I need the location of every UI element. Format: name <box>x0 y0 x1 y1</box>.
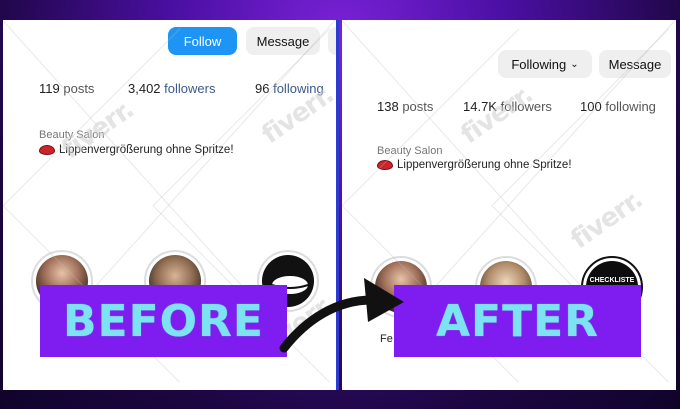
chevron-down-icon: ⌄ <box>570 58 579 70</box>
category-label: Beauty Salon <box>377 145 443 157</box>
posts-value: 138 <box>377 99 399 114</box>
followers-label: followers <box>164 81 216 96</box>
posts-count: 119 posts <box>39 81 94 96</box>
follow-button[interactable]: Follow <box>168 27 237 55</box>
posts-value: 119 <box>39 81 60 96</box>
before-banner: BEFORE <box>40 285 287 357</box>
more-button-partial[interactable] <box>328 27 336 55</box>
followers-value: 3,402 <box>128 81 161 96</box>
fiverr-watermark: fiverr. <box>455 79 539 151</box>
following-label: following <box>605 99 656 114</box>
after-banner: AFTER <box>394 285 641 357</box>
curved-arrow-icon <box>279 278 404 353</box>
followers-count[interactable]: 3,402 followers <box>128 81 215 96</box>
checklist-label: CHECKLISTE <box>589 276 635 284</box>
following-button[interactable]: Following ⌄ <box>498 50 592 78</box>
following-button-label: Following <box>511 56 567 72</box>
message-button[interactable]: Message <box>246 27 320 55</box>
fiverr-watermark: fiverr. <box>565 184 649 256</box>
